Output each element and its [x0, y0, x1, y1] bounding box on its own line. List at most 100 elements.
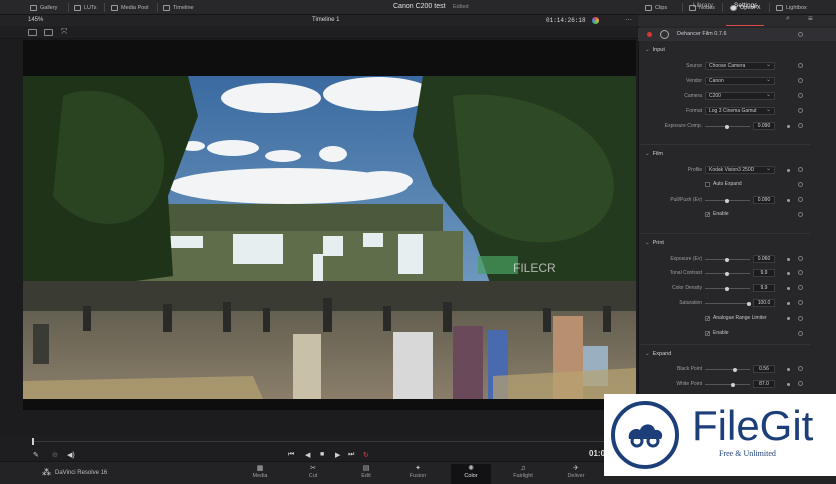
scrubber[interactable] — [32, 441, 604, 442]
checkbox-checked[interactable]: ✓ — [705, 330, 710, 336]
page-deliver[interactable]: ✈ Deliver — [556, 464, 596, 479]
source-reset-icon[interactable] — [798, 63, 803, 68]
auto-expand-checkbox[interactable]: Auto Expand — [705, 181, 742, 187]
keyframe-icon[interactable] — [787, 258, 790, 261]
play-icon[interactable]: ▶ — [335, 451, 340, 459]
white-point-value[interactable]: 87.0 — [753, 380, 775, 388]
range-limiter-checkbox[interactable]: ✓ Analogue Range Limiter — [705, 315, 767, 321]
white-point-reset-icon[interactable] — [798, 381, 803, 386]
format-reset-icon[interactable] — [798, 108, 803, 113]
saturation-reset-icon[interactable] — [798, 300, 803, 305]
zoom-level[interactable]: 145% — [28, 17, 43, 23]
keyframe-icon[interactable] — [787, 368, 790, 371]
slider-knob[interactable] — [747, 301, 751, 306]
color-density-value[interactable]: 9.9 — [753, 284, 775, 292]
go-to-start-icon[interactable]: ⏮ — [288, 451, 294, 459]
camera-dropdown[interactable]: C200 — [705, 92, 775, 100]
keyframe-icon[interactable] — [787, 317, 790, 320]
page-color[interactable]: ✺ Color — [451, 464, 491, 484]
pullpush-value[interactable]: 0.090 — [753, 196, 775, 204]
film-section-title[interactable]: Film — [645, 151, 663, 157]
vendor-dropdown[interactable]: Canon — [705, 77, 775, 85]
film-enable-reset-icon[interactable] — [798, 212, 803, 217]
gallery-button[interactable]: Gallery — [30, 2, 57, 13]
pen-icon[interactable]: ✎ — [33, 451, 39, 459]
color-wheel-icon[interactable] — [592, 17, 599, 24]
reverse-icon[interactable]: ◀ — [305, 451, 310, 459]
loop-playback-icon[interactable]: ↻ — [363, 451, 369, 459]
loop-icon[interactable]: ⊝ — [52, 451, 58, 459]
exposure-comp-reset-icon[interactable] — [798, 123, 803, 128]
print-enable-reset-icon[interactable] — [798, 331, 803, 336]
format-dropdown[interactable]: Log 3 Cinema Gamut — [705, 107, 775, 115]
effect-reset-icon[interactable] — [798, 32, 803, 37]
split-view-icon[interactable] — [44, 29, 53, 36]
keyframe-icon[interactable] — [787, 302, 790, 305]
black-point-value[interactable]: 0.56 — [753, 365, 775, 373]
lightbox-button[interactable]: Lightbox — [776, 2, 807, 13]
stop-icon[interactable]: ■ — [320, 451, 324, 458]
color-density-slider[interactable] — [705, 286, 750, 291]
slider-knob[interactable] — [725, 271, 729, 276]
tab-library[interactable]: Library — [693, 2, 713, 9]
print-exposure-reset-icon[interactable] — [798, 256, 803, 261]
profile-dropdown[interactable]: Kodak Vision3 250D — [705, 166, 775, 174]
expand-section-title[interactable]: Expand — [645, 351, 672, 357]
page-fusion[interactable]: ✦ Fusion — [398, 464, 438, 479]
pullpush-slider[interactable] — [705, 198, 750, 203]
go-to-end-icon[interactable]: ⏭ — [348, 451, 354, 459]
keyframe-icon[interactable] — [787, 199, 790, 202]
vendor-reset-icon[interactable] — [798, 78, 803, 83]
effect-enable-icon[interactable] — [647, 32, 652, 37]
tonal-contrast-value[interactable]: 9.9 — [753, 269, 775, 277]
print-exposure-value[interactable]: 0.060 — [753, 255, 775, 263]
tonal-contrast-slider[interactable] — [705, 271, 750, 276]
color-density-reset-icon[interactable] — [798, 285, 803, 290]
auto-expand-reset-icon[interactable] — [798, 182, 803, 187]
input-section-title[interactable]: Input — [645, 47, 665, 53]
checkbox-box[interactable] — [705, 181, 710, 187]
profile-reset-icon[interactable] — [798, 167, 803, 172]
keyframe-icon[interactable] — [787, 383, 790, 386]
keyframe-icon[interactable] — [787, 169, 790, 172]
keyframe-icon[interactable] — [787, 287, 790, 290]
media-pool-button[interactable]: Media Pool — [111, 2, 149, 13]
volume-icon[interactable]: ◀) — [67, 451, 75, 459]
slider-knob[interactable] — [725, 257, 729, 262]
timeline-button[interactable]: Timeline — [163, 2, 194, 13]
playhead[interactable] — [32, 438, 34, 445]
print-enable-checkbox[interactable]: ✓ Enable — [705, 330, 729, 336]
white-point-slider[interactable] — [705, 382, 750, 387]
timeline-selector[interactable]: Timeline 1 — [312, 17, 339, 23]
checkbox-checked[interactable]: ✓ — [705, 315, 710, 321]
film-enable-checkbox[interactable]: ✓ Enable — [705, 211, 729, 217]
slider-knob[interactable] — [733, 367, 737, 372]
keyframe-icon[interactable] — [787, 125, 790, 128]
more-icon[interactable]: ⋯ — [625, 16, 632, 24]
menu-icon[interactable]: ≡ — [808, 14, 813, 23]
clips-button[interactable]: Clips — [645, 2, 667, 13]
range-limiter-reset-icon[interactable] — [798, 316, 803, 321]
single-view-icon[interactable] — [28, 29, 37, 36]
page-cut[interactable]: ✂ Cut — [293, 464, 333, 479]
tonal-contrast-reset-icon[interactable] — [798, 270, 803, 275]
video-frame[interactable]: FILECR — [23, 76, 636, 399]
black-point-reset-icon[interactable] — [798, 366, 803, 371]
tab-settings[interactable]: Settings — [734, 2, 758, 9]
slider-knob[interactable] — [725, 198, 729, 203]
transform-icon[interactable]: ⤧ — [61, 27, 67, 37]
exposure-comp-value[interactable]: 0.090 — [753, 122, 775, 130]
black-point-slider[interactable] — [705, 367, 750, 372]
pullpush-reset-icon[interactable] — [798, 197, 803, 202]
slider-knob[interactable] — [725, 124, 729, 129]
print-section-title[interactable]: Print — [645, 240, 664, 246]
search-icon[interactable]: ⌕ — [786, 15, 790, 23]
page-edit[interactable]: ▤ Edit — [346, 464, 386, 479]
saturation-value[interactable]: 100.0 — [753, 299, 775, 307]
luts-button[interactable]: LUTs — [74, 2, 97, 13]
slider-knob[interactable] — [725, 286, 729, 291]
slider-knob[interactable] — [731, 382, 735, 387]
source-dropdown[interactable]: Choose Camera — [705, 62, 775, 70]
page-fairlight[interactable]: ♫ Fairlight — [503, 464, 543, 479]
page-media[interactable]: ▦ Media — [240, 464, 280, 479]
